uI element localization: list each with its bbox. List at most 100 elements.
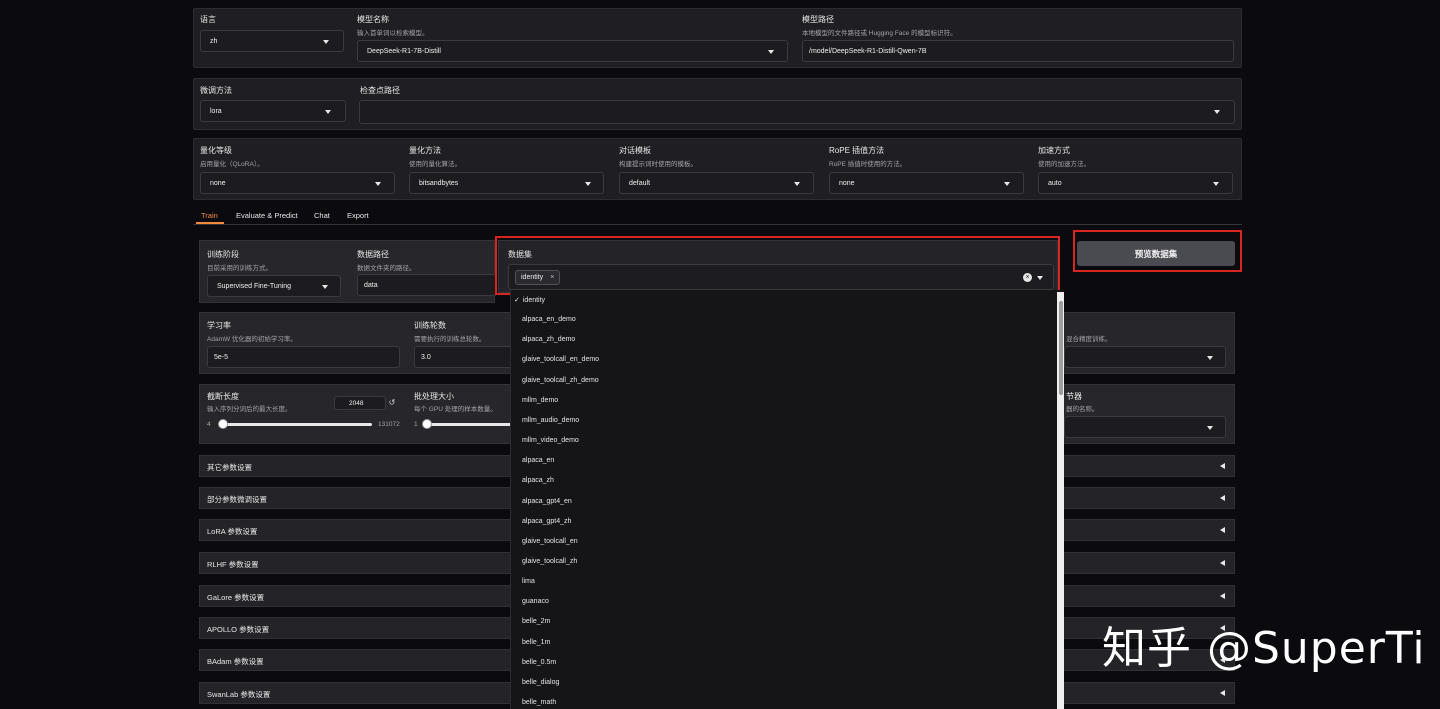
- template-label: 对话模板: [619, 146, 651, 155]
- tab-export[interactable]: Export: [347, 211, 369, 220]
- dataset-option[interactable]: belle_math: [522, 699, 556, 706]
- batch-slider-track[interactable]: [425, 423, 515, 426]
- reset-icon[interactable]: ↺: [386, 396, 398, 410]
- dataset-option[interactable]: alpaca_zh_demo: [522, 336, 575, 343]
- quant-bit-select[interactable]: none: [200, 172, 395, 194]
- dataset-option-label: guanaco: [522, 598, 549, 606]
- dataset-option-label: glaive_toolcall_zh: [522, 557, 578, 565]
- batch-min: 1: [414, 421, 418, 428]
- scheduler-info: 器的名称。: [1066, 406, 1099, 413]
- dataset-option[interactable]: mllm_demo: [522, 397, 558, 404]
- model-name-value: DeepSeek-R1-7B-Distill: [367, 47, 441, 55]
- dataset-option-label: belle_2m: [522, 618, 551, 626]
- collapse-arrow-icon: [1220, 560, 1225, 566]
- cutoff-number-input[interactable]: 2048: [334, 396, 386, 410]
- stage-info: 目前采用的训练方式。: [207, 265, 272, 272]
- dataset-dir-input[interactable]: data: [357, 274, 497, 296]
- dataset-option[interactable]: belle_1m: [522, 639, 550, 646]
- epochs-info: 需要执行的训练总轮数。: [414, 336, 486, 343]
- dataset-option-label: alpaca_gpt4_zh: [522, 517, 572, 525]
- batch-slider-thumb[interactable]: [422, 419, 432, 429]
- template-value: default: [629, 179, 651, 187]
- dataset-option-label: mllm_demo: [522, 396, 559, 404]
- accordion-title: BAdam 参数设置: [207, 657, 264, 666]
- dataset-option[interactable]: mllm_video_demo: [522, 437, 579, 444]
- accordion-title: SwanLab 参数设置: [207, 690, 271, 699]
- dataset-option[interactable]: ✓ identity: [514, 296, 546, 304]
- chevron-down-icon: [768, 50, 774, 54]
- cutoff-max: 131072: [378, 421, 400, 428]
- tab-chat[interactable]: Chat: [314, 211, 330, 220]
- rope-select[interactable]: none: [829, 172, 1024, 194]
- lr-label: 学习率: [207, 321, 231, 330]
- lr-input[interactable]: 5e-5: [207, 346, 400, 368]
- model-path-info: 本地模型的文件路径或 Hugging Face 的模型标识符。: [802, 30, 957, 37]
- dataset-option-label: glaive_toolcall_zh_demo: [522, 376, 599, 384]
- dataset-option[interactable]: glaive_toolcall_zh: [522, 558, 577, 565]
- model-path-input[interactable]: /model/DeepSeek-R1-Distill-Qwen-7B: [802, 40, 1234, 62]
- chevron-down-icon: [322, 285, 328, 289]
- compute-type-info: 混合精度训练。: [1066, 336, 1112, 343]
- dataset-option[interactable]: belle_2m: [522, 618, 550, 625]
- scheduler-select[interactable]: [1064, 416, 1226, 438]
- collapse-arrow-icon: [1220, 463, 1225, 469]
- compute-type-select[interactable]: [1064, 346, 1226, 368]
- dataset-option[interactable]: glaive_toolcall_en: [522, 538, 578, 545]
- dataset-option-label: lima: [522, 578, 535, 586]
- dataset-option-label: glaive_toolcall_en: [522, 537, 578, 545]
- template-info: 构建提示词时使用的模板。: [619, 161, 697, 168]
- accordion-title: GaLore 参数设置: [207, 593, 265, 602]
- preview-highlight-box: [1073, 230, 1242, 272]
- dataset-option[interactable]: alpaca_zh: [522, 477, 554, 484]
- accordion-title: 其它参数设置: [207, 463, 252, 472]
- dataset-option[interactable]: glaive_toolcall_en_demo: [522, 356, 599, 363]
- booster-select[interactable]: auto: [1038, 172, 1233, 194]
- dataset-option[interactable]: alpaca_gpt4_en: [522, 498, 572, 505]
- dataset-option[interactable]: belle_0.5m: [522, 659, 556, 666]
- accordion-title: APOLLO 参数设置: [207, 625, 270, 634]
- language-label: 语言: [200, 15, 216, 24]
- tab-evaluate-predict[interactable]: Evaluate & Predict: [236, 211, 298, 220]
- quant-method-value: bitsandbytes: [419, 179, 459, 187]
- dataset-option[interactable]: glaive_toolcall_zh_demo: [522, 377, 599, 384]
- chevron-down-icon: [325, 110, 331, 114]
- checkpoint-select[interactable]: [359, 100, 1235, 124]
- cutoff-min: 4: [207, 421, 211, 428]
- lr-value: 5e-5: [214, 353, 229, 361]
- chevron-down-icon: [1214, 110, 1220, 114]
- epochs-input[interactable]: 3.0: [414, 346, 514, 368]
- stage-value: Supervised Fine-Tuning: [217, 282, 292, 290]
- dropdown-scroll-thumb[interactable]: [1059, 301, 1063, 395]
- model-name-select[interactable]: DeepSeek-R1-7B-Distill: [357, 40, 788, 62]
- dataset-option[interactable]: alpaca_gpt4_zh: [522, 518, 571, 525]
- dataset-option-label: alpaca_gpt4_en: [522, 497, 572, 505]
- chevron-down-icon: [585, 182, 591, 186]
- quant-bit-label: 量化等级: [200, 146, 232, 155]
- tab-train[interactable]: Train: [201, 211, 218, 220]
- booster-label: 加速方式: [1038, 146, 1070, 155]
- quant-method-select[interactable]: bitsandbytes: [409, 172, 604, 194]
- collapse-arrow-icon: [1220, 527, 1225, 533]
- dataset-dir-value: data: [364, 281, 378, 289]
- dataset-option[interactable]: belle_dialog: [522, 679, 559, 686]
- cutoff-slider-track[interactable]: [219, 423, 372, 426]
- dataset-option[interactable]: mllm_audio_demo: [522, 417, 579, 424]
- dataset-option-label: belle_math: [522, 699, 557, 706]
- stage-label: 训练阶段: [207, 250, 239, 259]
- language-value: zh: [210, 37, 218, 45]
- rope-label: RoPE 插值方法: [829, 146, 885, 155]
- dataset-option[interactable]: lima: [522, 578, 535, 585]
- dataset-highlight-box: [495, 236, 1060, 295]
- collapse-arrow-icon: [1220, 690, 1225, 696]
- batch-label: 批处理大小: [414, 392, 454, 401]
- dataset-option-label: alpaca_zh: [522, 477, 554, 485]
- dataset-option[interactable]: alpaca_en_demo: [522, 316, 576, 323]
- dataset-option[interactable]: guanaco: [522, 598, 549, 605]
- template-select[interactable]: default: [619, 172, 814, 194]
- booster-info: 使用的加速方法。: [1038, 161, 1090, 168]
- dataset-option[interactable]: alpaca_en: [522, 457, 554, 464]
- dataset-option-label: identity: [522, 297, 546, 304]
- stage-select[interactable]: Supervised Fine-Tuning: [207, 275, 341, 297]
- watermark: 知乎 @SuperTi: [1102, 623, 1426, 674]
- scheduler-label: 节器: [1066, 392, 1082, 401]
